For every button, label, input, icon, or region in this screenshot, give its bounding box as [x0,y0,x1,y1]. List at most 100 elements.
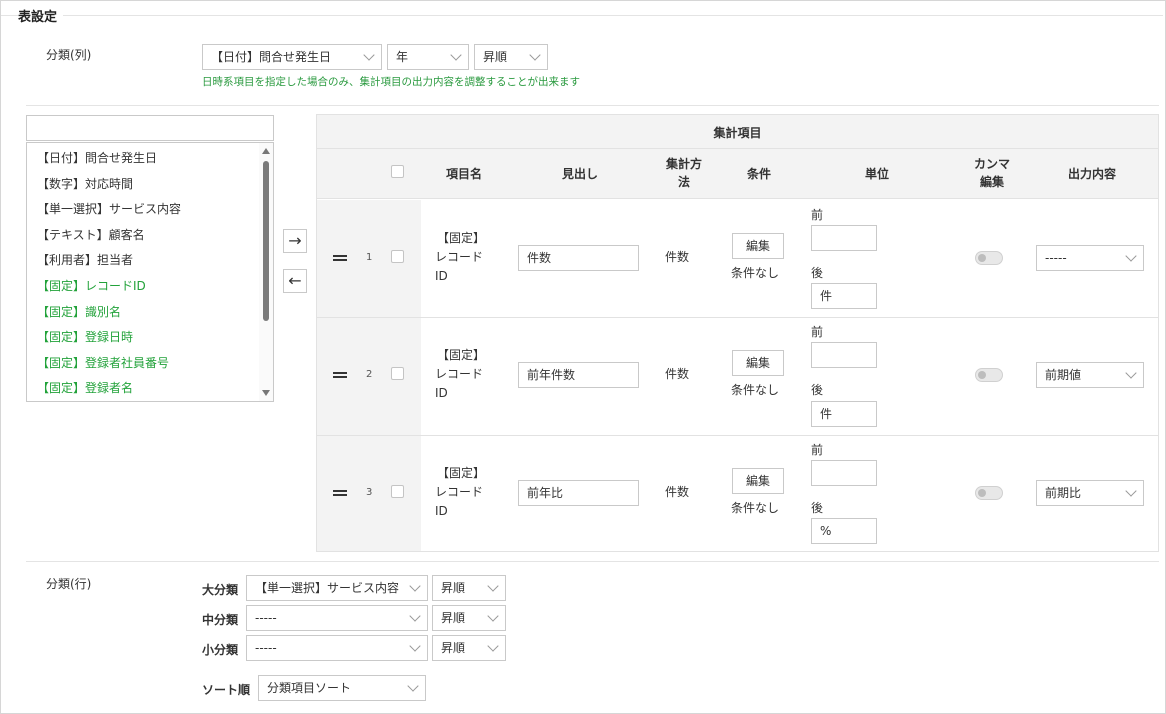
unit-after-input[interactable]: % [811,518,877,544]
item-name-line: レコード [435,367,484,381]
column-unit-select[interactable]: 年 [387,44,469,70]
section-title: 表設定 [18,6,64,25]
list-item[interactable]: 【固定】登録者名 [37,379,133,396]
list-item[interactable]: 【固定】識別名 [37,303,121,320]
row-divider [317,317,1158,318]
chevron-down-icon [409,580,421,592]
add-field-button[interactable]: → [283,229,307,253]
title-divider [1,15,1163,16]
scroll-thumb[interactable] [263,161,269,321]
unit-before-label: 前 [811,325,824,339]
divider [26,105,1159,106]
chevron-down-icon [1125,485,1137,497]
list-item[interactable]: 【日付】問合せ発生日 [37,149,157,166]
toggle-knob [978,254,986,262]
list-item[interactable]: 【単一選択】サービス内容 [37,200,181,217]
middle-order-select[interactable]: 昇順 [432,605,506,631]
field-search-input[interactable] [26,115,274,141]
chevron-down-icon [529,49,541,61]
minor-order-value: 昇順 [441,641,466,655]
minor-order-select[interactable]: 昇順 [432,635,506,661]
output-value: 前期比 [1045,486,1082,500]
heading-input[interactable]: 前年比 [518,480,639,506]
major-category-select[interactable]: 【単一選択】サービス内容 [246,575,428,601]
item-name-line: 【固定】 [437,231,486,245]
unit-before-input[interactable] [811,460,877,486]
select-all-checkbox[interactable] [391,165,404,178]
list-scrollbar[interactable] [259,143,273,401]
heading-input[interactable]: 件数 [518,245,639,271]
condition-text: 条件なし [731,266,780,280]
item-name-line: ID [435,504,448,518]
header-comma-2: 編集 [979,175,1004,189]
header-unit: 単位 [864,167,889,181]
middle-order-value: 昇順 [441,611,466,625]
edit-condition-button[interactable]: 編集 [732,350,784,376]
unit-after-input[interactable]: 件 [811,401,877,427]
scroll-down-icon[interactable] [262,390,270,396]
table-title: 集計項目 [713,126,762,140]
output-select[interactable]: ----- [1036,245,1144,271]
column-order-select[interactable]: 昇順 [474,44,548,70]
column-order-value: 昇順 [483,50,508,64]
major-order-select[interactable]: 昇順 [432,575,506,601]
column-unit-value: 年 [396,50,409,64]
comma-toggle[interactable] [975,251,1003,265]
item-name-line: ID [435,386,448,400]
sort-order-value: 分類項目ソート [267,681,352,695]
output-select[interactable]: 前期比 [1036,480,1144,506]
column-field-select[interactable]: 【日付】問合せ発生日 [202,44,382,70]
list-item[interactable]: 【利用者】担当者 [37,251,133,268]
remove-field-button[interactable]: ← [283,269,307,293]
list-item[interactable]: 【数字】対応時間 [37,175,133,192]
chevron-down-icon [487,640,499,652]
chevron-down-icon [363,49,375,61]
comma-toggle[interactable] [975,486,1003,500]
row-divider [317,435,1158,436]
chevron-down-icon [450,49,462,61]
unit-before-label: 前 [811,443,824,457]
row-number: 2 [366,369,373,380]
item-name-line: レコード [435,485,484,499]
scroll-up-icon[interactable] [262,148,270,154]
chevron-down-icon [1125,250,1137,262]
list-item[interactable]: 【固定】登録日時 [37,328,133,345]
header-heading: 見出し [561,167,598,181]
column-classification-label: 分類(列) [46,48,92,62]
drag-handle-icon[interactable] [333,490,347,496]
unit-before-input[interactable] [811,342,877,368]
edit-condition-button[interactable]: 編集 [732,233,784,259]
comma-toggle[interactable] [975,368,1003,382]
header-agg-method-2: 法 [677,175,690,189]
item-name-line: 【固定】 [437,466,486,480]
table-header-row: 項目名 見出し 集計方 法 条件 単位 カンマ 編集 出力内容 [317,149,1158,199]
edit-condition-button[interactable]: 編集 [732,468,784,494]
unit-before-input[interactable] [811,225,877,251]
minor-category-select[interactable]: ----- [246,635,428,661]
sort-order-select[interactable]: 分類項目ソート [258,675,426,701]
unit-after-input[interactable]: 件 [811,283,877,309]
field-list[interactable]: 【日付】問合せ発生日 【数字】対応時間 【単一選択】サービス内容 【テキスト】顧… [26,142,274,402]
item-name-line: ID [435,269,448,283]
drag-handle-icon[interactable] [333,255,347,261]
chevron-down-icon [409,610,421,622]
list-item[interactable]: 【固定】レコードID [37,277,146,294]
heading-input[interactable]: 前年件数 [518,362,639,388]
agg-method-text: 件数 [665,367,690,381]
agg-method-text: 件数 [665,250,690,264]
list-item[interactable]: 【テキスト】顧客名 [37,226,145,243]
drag-handle-icon[interactable] [333,372,347,378]
minor-category-value: ----- [255,641,277,655]
arrow-left-icon: ← [288,271,302,290]
row-checkbox[interactable] [391,485,404,498]
output-select[interactable]: 前期値 [1036,362,1144,388]
row-number: 3 [366,487,373,498]
middle-category-select[interactable]: ----- [246,605,428,631]
chevron-down-icon [487,610,499,622]
row-checkbox[interactable] [391,250,404,263]
column-field-value: 【日付】問合せ発生日 [211,50,332,64]
unit-after-label: 後 [811,266,824,280]
row-checkbox[interactable] [391,367,404,380]
row-classification-label: 分類(行) [46,577,92,591]
list-item[interactable]: 【固定】登録者社員番号 [37,354,169,371]
